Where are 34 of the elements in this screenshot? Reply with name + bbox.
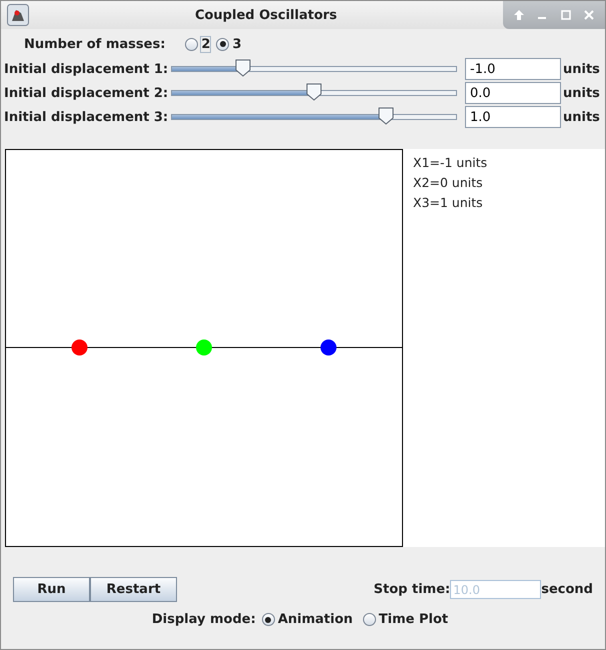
- stop-time-field[interactable]: 10.0: [450, 580, 542, 599]
- position-readout: X1=-1 units: [413, 155, 488, 171]
- position-readout: X2=0 units: [413, 175, 484, 191]
- position-readout: X3=1 units: [413, 195, 484, 211]
- maximize-icon[interactable]: [560, 9, 572, 21]
- displacement-label: Initial displacement 1:: [4, 62, 170, 76]
- display-mode-radio[interactable]: Time Plot: [362, 612, 448, 627]
- unit-label: units: [563, 62, 600, 76]
- unit-label: units: [563, 110, 600, 124]
- displacement-slider[interactable]: [171, 59, 457, 79]
- action-button[interactable]: Run: [13, 577, 90, 602]
- unit-label: units: [563, 86, 600, 100]
- display-mode-radio[interactable]: Animation: [262, 612, 353, 627]
- displacement-slider[interactable]: [171, 107, 457, 127]
- displacement-field[interactable]: -1.0: [465, 58, 561, 80]
- mass-count-radio[interactable]: 3: [216, 36, 242, 52]
- displacement-slider[interactable]: [171, 83, 457, 103]
- action-button[interactable]: Restart: [90, 577, 177, 602]
- masses-label: Number of masses:: [24, 36, 166, 52]
- stop-time-label: Stop time:: [374, 582, 450, 597]
- slider-thumb[interactable]: [234, 59, 250, 77]
- up-arrow-icon[interactable]: [512, 9, 525, 21]
- slider-thumb[interactable]: [378, 107, 394, 125]
- close-icon[interactable]: [583, 9, 596, 21]
- window-title: Coupled Oscillators: [194, 8, 338, 22]
- app-icon: [7, 4, 29, 26]
- slider-thumb[interactable]: [306, 83, 322, 101]
- mass-count-radio[interactable]: 2: [185, 36, 210, 52]
- display-mode-label: Display mode:: [152, 612, 256, 627]
- displacement-field[interactable]: 0.0: [465, 82, 561, 104]
- displacement-label: Initial displacement 2:: [4, 86, 170, 100]
- displacement-field[interactable]: 1.0: [465, 106, 561, 128]
- displacement-label: Initial displacement 3:: [4, 110, 170, 124]
- unit-label: second: [541, 582, 593, 597]
